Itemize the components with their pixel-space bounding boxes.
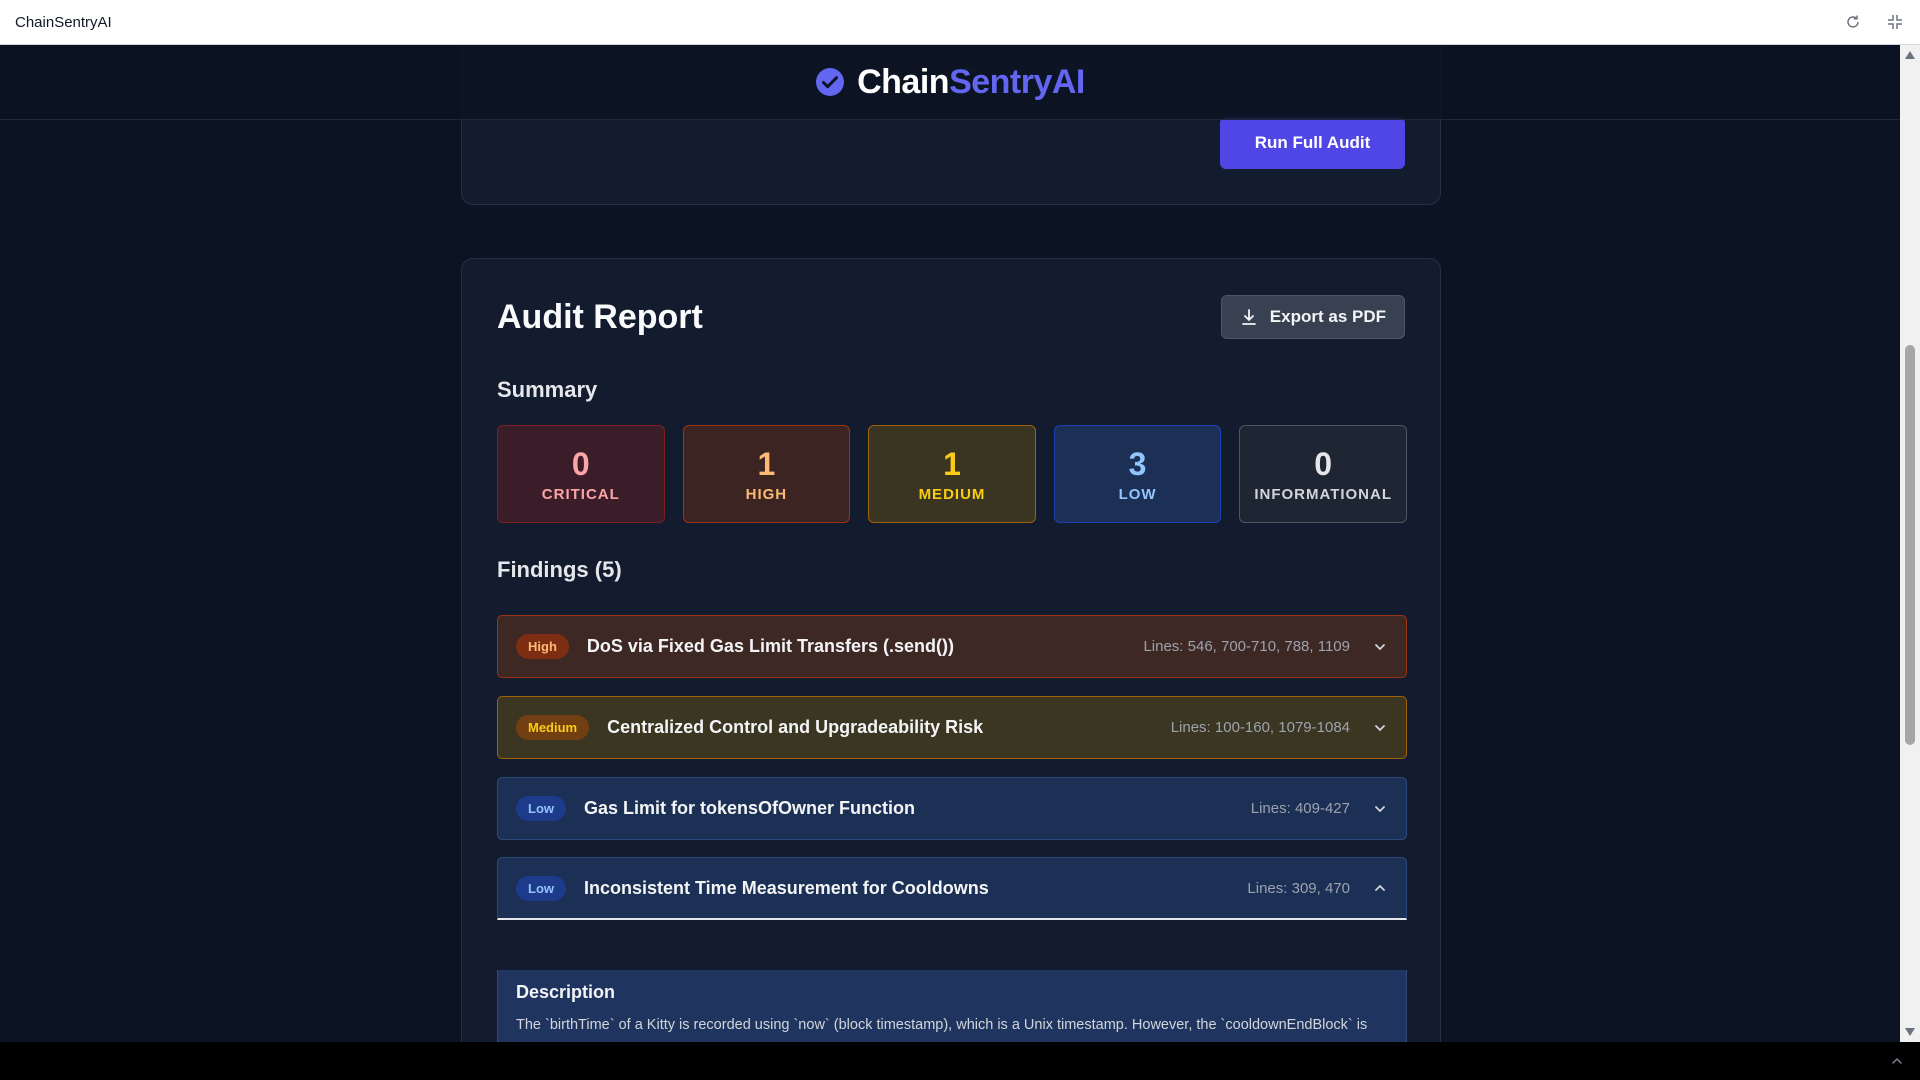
summary-critical-label: CRITICAL (541, 485, 620, 503)
summary-medium-count: 1 (943, 445, 961, 482)
summary-informational: 0 INFORMATIONAL (1239, 425, 1407, 523)
brand-name-main: Chain (857, 62, 950, 101)
summary-informational-label: INFORMATIONAL (1254, 485, 1393, 503)
summary-low-label: LOW (1118, 485, 1157, 503)
finding-lines: Lines: 546, 700-710, 788, 1109 (1143, 638, 1350, 655)
chevron-down-icon[interactable] (1372, 720, 1388, 736)
brand-name: ChainSentryAI (857, 63, 1085, 102)
scrollbar-thumb[interactable] (1905, 345, 1915, 745)
summary-medium-label: MEDIUM (918, 485, 986, 503)
finding-title: Gas Limit for tokensOfOwner Function (584, 798, 916, 818)
vertical-scrollbar[interactable] (1900, 45, 1920, 1042)
finding-low-time-measurement[interactable]: Low Inconsistent Time Measurement for Co… (497, 857, 1407, 920)
chevron-down-icon[interactable] (1372, 801, 1388, 817)
summary-medium: 1 MEDIUM (868, 425, 1036, 523)
finding-lines: Lines: 100-160, 1079-1084 (1170, 719, 1350, 736)
scroll-up-arrow-icon[interactable] (1904, 49, 1916, 61)
summary-high-count: 1 (757, 445, 776, 482)
summary-critical: 0 CRITICAL (497, 425, 665, 523)
severity-badge-high: High (516, 634, 569, 659)
finding-title: Centralized Control and Upgradeability R… (607, 717, 984, 737)
chevron-up-icon[interactable] (1890, 1054, 1904, 1073)
summary-critical-count: 0 (571, 445, 590, 482)
run-full-audit-button[interactable]: Run Full Audit (1220, 117, 1405, 169)
summary-high-label: HIGH (745, 485, 788, 503)
summary-informational-count: 0 (1314, 445, 1333, 482)
finding-lines: Lines: 309, 470 (1247, 879, 1350, 897)
scroll-down-arrow-icon[interactable] (1904, 1026, 1916, 1038)
check-shield-icon (816, 68, 845, 96)
finding-low-gas-limit[interactable]: Low Gas Limit for tokensOfOwner Function… (497, 777, 1407, 840)
severity-badge-low: Low (516, 875, 566, 901)
description-title: Description (516, 982, 616, 1002)
window-titlebar: ChainSentryAI (0, 0, 1920, 45)
reload-icon[interactable] (1843, 12, 1863, 32)
summary-low: 3 LOW (1053, 425, 1222, 523)
finding-title: Inconsistent Time Measurement for Cooldo… (584, 877, 989, 898)
severity-badge-low: Low (516, 796, 566, 821)
finding-medium-centralized[interactable]: Medium Centralized Control and Upgradeab… (497, 696, 1407, 759)
window-title: ChainSentryAI (15, 13, 112, 31)
window-controls (1843, 12, 1905, 32)
findings-title: Findings (5) (497, 557, 622, 582)
exit-fullscreen-icon[interactable] (1885, 12, 1905, 32)
summary-row: 0 CRITICAL 1 HIGH 1 MEDIUM 3 LOW 0 INFOR… (497, 425, 1407, 523)
app-header: ChainSentryAI (0, 45, 1900, 120)
audit-report-card: Audit Report Export as PDF Summary 0 CRI… (461, 258, 1441, 1042)
summary-low-count: 3 (1128, 445, 1147, 482)
finding-lines: Lines: 409-427 (1250, 800, 1350, 817)
chevron-down-icon[interactable] (1372, 639, 1388, 655)
download-icon (1241, 309, 1256, 325)
finding-title: DoS via Fixed Gas Limit Transfers (.send… (586, 636, 954, 656)
description-text: The `birthTime` of a Kitty is recorded u… (516, 1017, 1368, 1042)
chevron-up-icon[interactable] (1372, 880, 1388, 896)
finding-details: Description The `birthTime` of a Kitty i… (497, 970, 1407, 1042)
finding-high-dos[interactable]: High DoS via Fixed Gas Limit Transfers (… (497, 615, 1407, 678)
report-title: Audit Report (497, 297, 703, 336)
report-header: Audit Report Export as PDF (497, 295, 1405, 339)
export-pdf-label: Export as PDF (1269, 307, 1386, 326)
page-viewport: ChainSentryAI Run Full Audit Audit Repor… (0, 45, 1900, 1042)
brand-name-accent: SentryAI (949, 62, 1085, 101)
brand[interactable]: ChainSentryAI (815, 63, 1085, 102)
export-pdf-button[interactable]: Export as PDF (1220, 295, 1405, 339)
summary-title: Summary (497, 377, 598, 402)
summary-high: 1 HIGH (682, 425, 851, 523)
bottom-bar (0, 1042, 1920, 1080)
severity-badge-medium: Medium (516, 715, 590, 740)
